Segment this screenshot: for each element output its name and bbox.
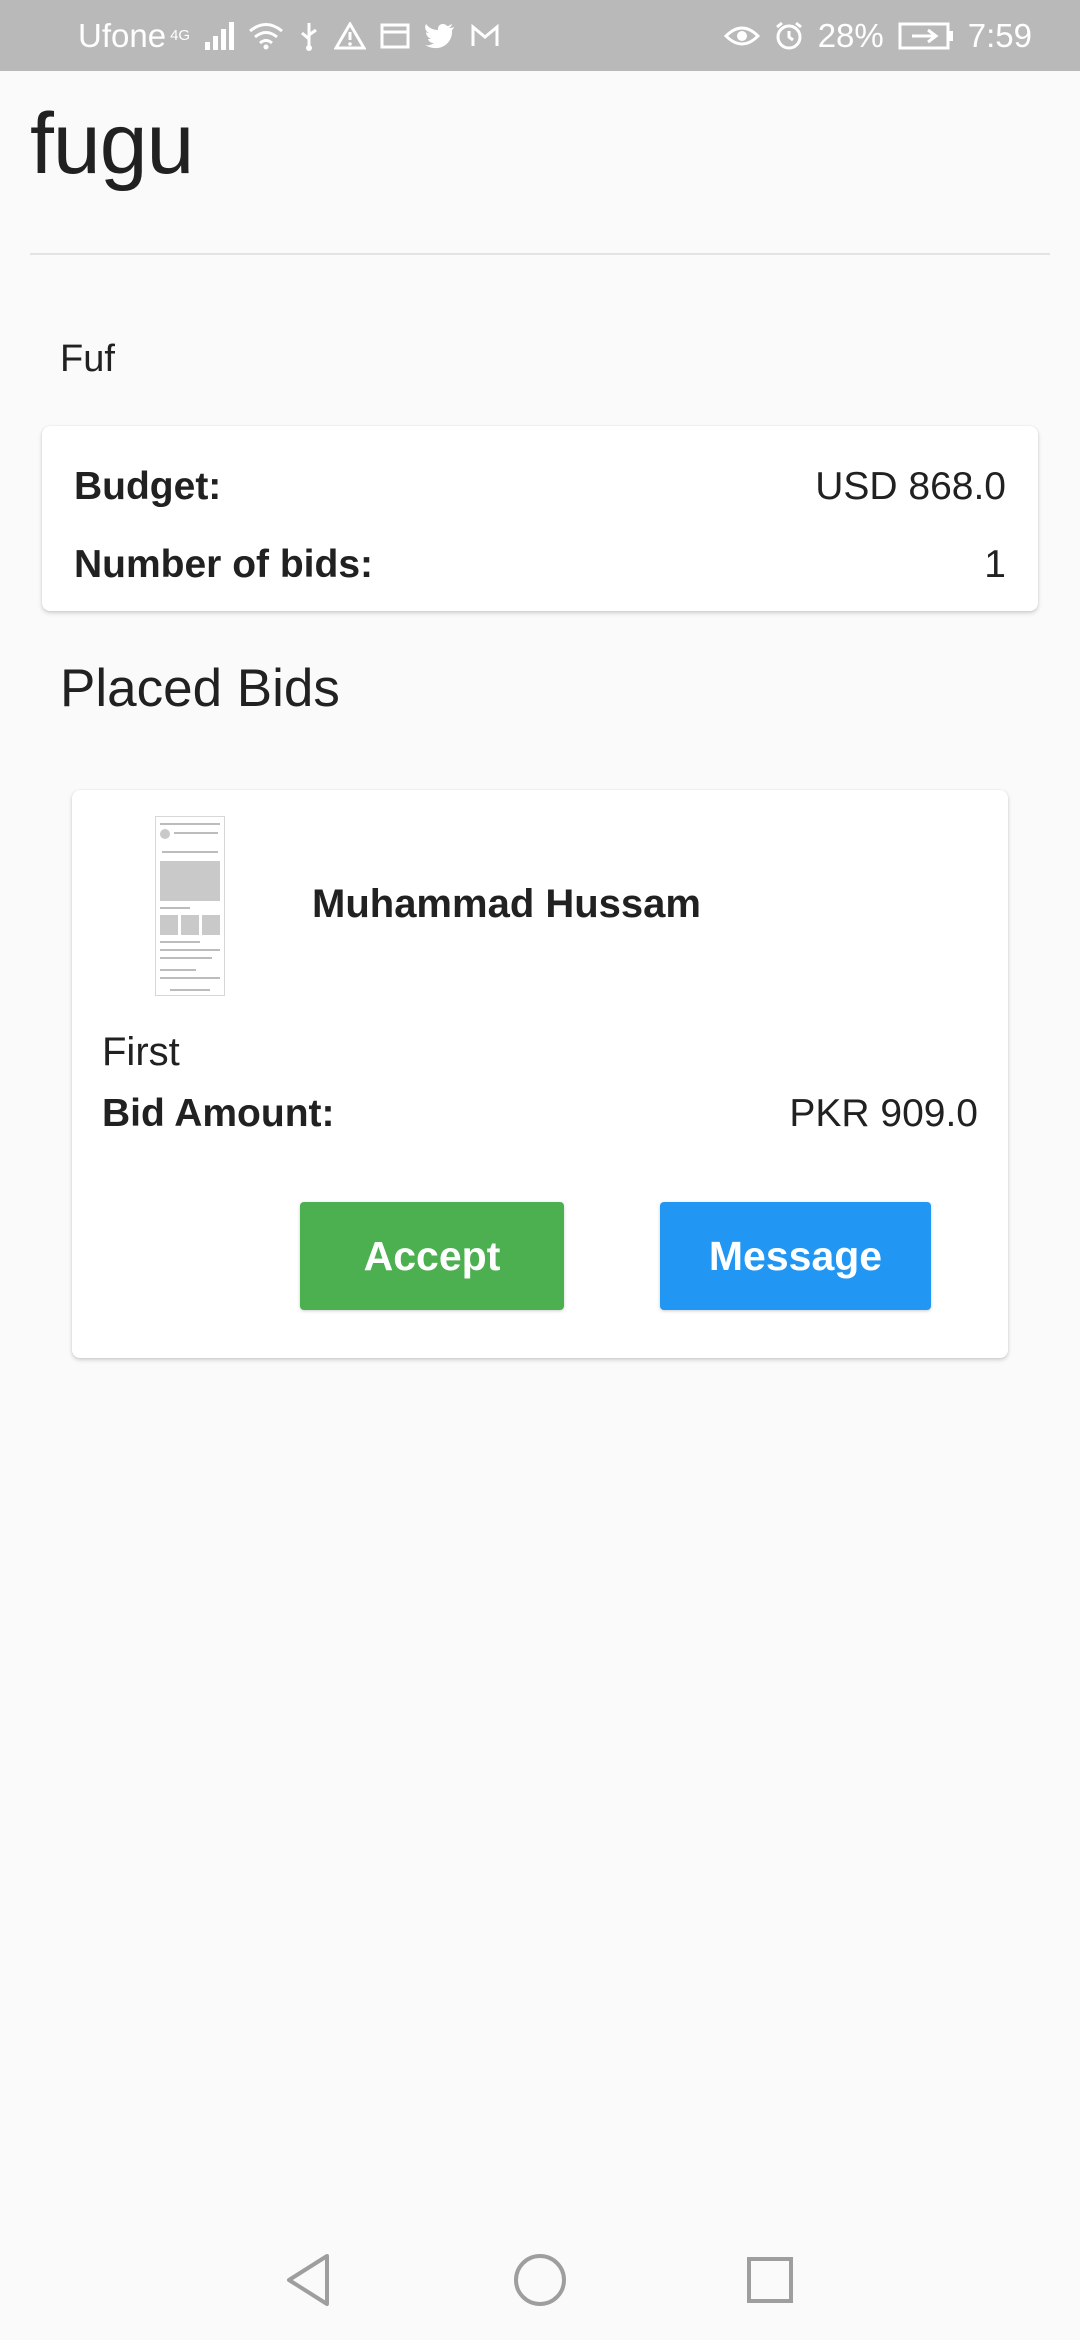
message-button[interactable]: Message bbox=[660, 1202, 931, 1310]
status-bar-left: Ufone 4G bbox=[78, 17, 500, 55]
bids-count-row: Number of bids: 1 bbox=[74, 534, 1006, 596]
page-title: fugu bbox=[30, 96, 194, 192]
bids-count-value: 1 bbox=[984, 543, 1006, 586]
status-bar-right: 28% 7:59 bbox=[723, 16, 1032, 55]
placed-bids-title: Placed Bids bbox=[60, 659, 340, 718]
usb-icon bbox=[298, 21, 320, 51]
job-info-card: Budget: USD 868.0 Number of bids: 1 bbox=[42, 426, 1038, 611]
title-divider bbox=[30, 253, 1050, 255]
bid-amount-value: PKR 909.0 bbox=[789, 1092, 978, 1135]
bids-count-label: Number of bids: bbox=[74, 543, 373, 586]
back-icon[interactable] bbox=[278, 2250, 338, 2310]
battery-percentage: 28% bbox=[817, 16, 884, 54]
bid-amount-label: Bid Amount: bbox=[102, 1092, 335, 1135]
eye-icon bbox=[723, 24, 760, 48]
warning-icon bbox=[334, 21, 367, 50]
battery-charging-icon bbox=[898, 22, 954, 50]
twitter-icon bbox=[424, 23, 456, 49]
home-icon[interactable] bbox=[510, 2250, 570, 2310]
accept-button[interactable]: Accept bbox=[300, 1202, 564, 1310]
alarm-icon bbox=[774, 21, 804, 51]
network-type: 4G bbox=[170, 26, 191, 44]
bid-note: First bbox=[102, 1030, 180, 1074]
mail-icon bbox=[470, 23, 500, 48]
status-bar: Ufone 4G 28% 7:59 bbox=[0, 0, 1080, 71]
clock-time: 7:59 bbox=[967, 16, 1032, 54]
job-description: Fuf bbox=[60, 338, 115, 380]
wifi-icon bbox=[248, 22, 284, 50]
budget-row: Budget: USD 868.0 bbox=[74, 456, 1006, 518]
carrier-name: Ufone bbox=[78, 16, 167, 54]
budget-label: Budget: bbox=[74, 465, 222, 508]
bid-amount-row: Bid Amount: PKR 909.0 bbox=[102, 1092, 978, 1136]
navigation-bar bbox=[0, 2220, 1080, 2340]
recents-icon[interactable] bbox=[740, 2250, 800, 2310]
bidder-avatar[interactable] bbox=[155, 816, 225, 996]
calendar-icon bbox=[380, 23, 410, 49]
signal-icon bbox=[204, 21, 235, 50]
budget-value: USD 868.0 bbox=[815, 465, 1006, 508]
bidder-name: Muhammad Hussam bbox=[312, 882, 701, 926]
bid-card: Muhammad Hussam First Bid Amount: PKR 90… bbox=[72, 790, 1008, 1358]
